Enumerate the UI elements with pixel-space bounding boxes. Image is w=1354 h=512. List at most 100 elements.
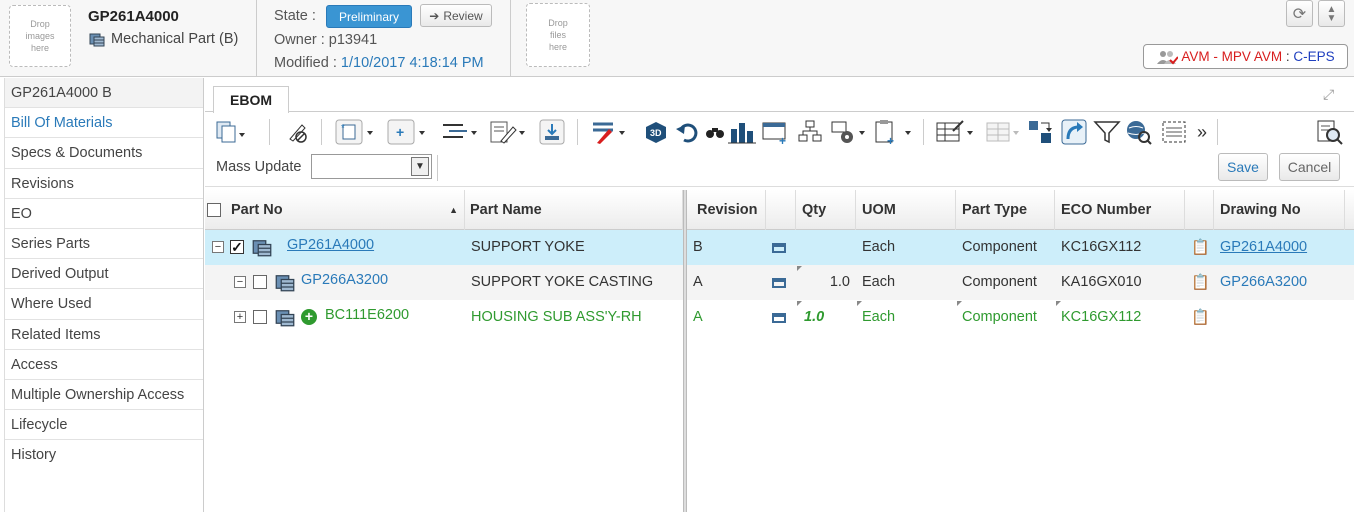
report-search-button[interactable] (1315, 118, 1345, 146)
column-header-qty[interactable]: Qty (796, 190, 856, 230)
collapse-icon: ▲ ▼ (1326, 3, 1337, 24)
table-row[interactable]: A 1.0 Each Component KA16GX010 📋 GP266A3… (687, 265, 1354, 300)
sidebar-item-label: Revisions (11, 175, 74, 192)
row-checkbox[interactable] (253, 275, 267, 289)
eco-icon-cell[interactable]: 📋 (1185, 300, 1214, 335)
eco-icon-cell[interactable]: 📋 (1185, 230, 1214, 265)
find-button[interactable] (705, 118, 725, 146)
sidebar-item-eo[interactable]: EO (5, 199, 203, 229)
mass-update-select[interactable]: ▼ (311, 154, 432, 179)
sidebar-item-derived-output[interactable]: Derived Output (5, 259, 203, 290)
drop-images-zone[interactable]: Drop images here (9, 5, 71, 67)
drawing-no-link[interactable]: GP266A3200 (1214, 265, 1345, 300)
move-button[interactable] (1027, 118, 1053, 146)
column-header-next[interactable] (1345, 190, 1354, 230)
column-header-part-no[interactable]: Part No ▲ (225, 190, 465, 230)
chart-button[interactable] (727, 118, 757, 146)
new-window-button[interactable]: + (761, 118, 791, 146)
uom-cell[interactable]: Each (856, 300, 956, 335)
qty-cell[interactable]: 1.0 (796, 265, 856, 300)
tab-ebom[interactable]: EBOM (213, 86, 289, 113)
clipboard-menu-button[interactable]: + (873, 118, 915, 146)
revision-icon-cell[interactable] (766, 230, 796, 265)
collapse-toggle[interactable]: − (212, 241, 224, 253)
markup-menu-button[interactable] (591, 118, 629, 146)
uom-cell[interactable]: Each (856, 265, 956, 300)
collapse-toggle[interactable]: − (234, 276, 246, 288)
toolbar: * + 3D + + » (205, 113, 1354, 151)
table-row[interactable]: A 1.0 Each Component KC16GX112 📋 (687, 300, 1354, 335)
indent-menu-button[interactable] (441, 118, 481, 146)
copy-menu-button[interactable] (215, 118, 245, 146)
column-header-uom[interactable]: UOM (856, 190, 956, 230)
sidebar-item-part[interactable]: GP261A4000 B (5, 78, 203, 109)
eco-icon-cell[interactable]: 📋 (1185, 265, 1214, 300)
column-header-eco-icon[interactable] (1185, 190, 1214, 230)
table-edit-menu-button[interactable] (935, 118, 977, 146)
sidebar-item-history[interactable]: History (5, 440, 203, 470)
edit-menu-button[interactable] (489, 118, 529, 146)
column-header-part-name[interactable]: Part Name (464, 190, 683, 230)
sidebar-item-where-used[interactable]: Where Used (5, 289, 203, 320)
sidebar-item-access[interactable]: Access (5, 350, 203, 380)
filter-button[interactable] (1093, 118, 1121, 146)
part-name-cell: SUPPORT YOKE CASTING (471, 274, 654, 290)
column-header-part-type[interactable]: Part Type (956, 190, 1055, 230)
review-button[interactable]: ➔ Review (420, 4, 492, 27)
column-header-eco-number[interactable]: ECO Number (1055, 190, 1185, 230)
sidebar-item-lifecycle[interactable]: Lifecycle (5, 410, 203, 441)
part-no-link[interactable]: GP266A3200 (295, 265, 461, 300)
edit-off-button[interactable] (285, 118, 309, 146)
settings-menu-button[interactable] (829, 118, 869, 146)
sidebar-item-specs-documents[interactable]: Specs & Documents (5, 138, 203, 169)
table-row[interactable]: B Each Component KC16GX112 📋 GP261A4000 (687, 230, 1354, 265)
undo-button[interactable] (675, 118, 701, 146)
column-header-drawing-no[interactable]: Drawing No (1214, 190, 1345, 230)
revision-icon-cell[interactable] (766, 265, 796, 300)
grid-view-menu-button[interactable] (985, 118, 1023, 146)
table-row[interactable]: − ✓ GP261A4000 SUPPORT YOKE (205, 230, 683, 265)
expand-toggle[interactable]: + (234, 311, 246, 323)
sidebar-item-label: Derived Output (11, 266, 109, 283)
qty-cell[interactable] (796, 230, 856, 265)
3d-view-button[interactable]: 3D (643, 118, 669, 146)
add-new-menu-button[interactable]: * (335, 118, 375, 146)
sidebar-item-related-items[interactable]: Related Items (5, 320, 203, 350)
column-header-revision-icon[interactable] (766, 190, 796, 230)
drop-files-zone[interactable]: Drop files here (526, 3, 590, 67)
qty-cell[interactable]: 1.0 (796, 300, 856, 335)
sidebar-item-revisions[interactable]: Revisions (5, 169, 203, 199)
maximize-icon[interactable]: ⤢ (1323, 86, 1334, 103)
import-icon (539, 119, 565, 145)
uom-cell[interactable]: Each (856, 230, 956, 265)
table-row[interactable]: − GP266A3200 SUPPORT YOKE CASTING (205, 265, 683, 300)
sidebar-item-multiple-ownership-access[interactable]: Multiple Ownership Access (5, 380, 203, 411)
row-checkbox[interactable]: ✓ (230, 240, 244, 254)
cancel-button[interactable]: Cancel (1279, 153, 1340, 181)
add-existing-menu-button[interactable]: + (387, 118, 427, 146)
collapse-header-button[interactable]: ▲ ▼ (1318, 0, 1345, 27)
import-button[interactable] (539, 118, 565, 146)
select-all-checkbox[interactable] (207, 203, 221, 217)
sidebar-item-bill-of-materials[interactable]: Bill Of Materials (5, 108, 203, 139)
part-no-link[interactable]: GP261A4000 (281, 230, 461, 265)
state-preliminary-button[interactable]: Preliminary (326, 5, 412, 28)
select-all-button[interactable] (1160, 118, 1188, 146)
column-header-revision[interactable]: Revision (687, 190, 766, 230)
drawing-no-link[interactable]: GP261A4000 (1214, 230, 1345, 265)
sidebar-item-label: Specs & Documents (11, 145, 143, 162)
refresh-button[interactable]: ⟳ (1286, 0, 1313, 27)
row-checkbox[interactable] (253, 310, 267, 324)
web-search-button[interactable] (1125, 118, 1153, 146)
report-search-icon (1317, 120, 1343, 145)
revision-icon-cell[interactable] (766, 300, 796, 335)
redirect-button[interactable] (1061, 118, 1087, 146)
table-row[interactable]: + + BC111E6200 HOUSING SUB ASS'Y-RH (205, 300, 683, 335)
structure-button[interactable] (797, 118, 823, 146)
owner-text: Owner : p13941 (274, 32, 378, 48)
avm-badge[interactable]: AVM - MPV AVM : C-EPS (1143, 44, 1348, 69)
more-tools-button[interactable]: » (1197, 118, 1207, 146)
part-no-link[interactable]: BC111E6200 (319, 300, 461, 335)
sidebar-item-series-parts[interactable]: Series Parts (5, 229, 203, 260)
save-button[interactable]: Save (1218, 153, 1268, 181)
